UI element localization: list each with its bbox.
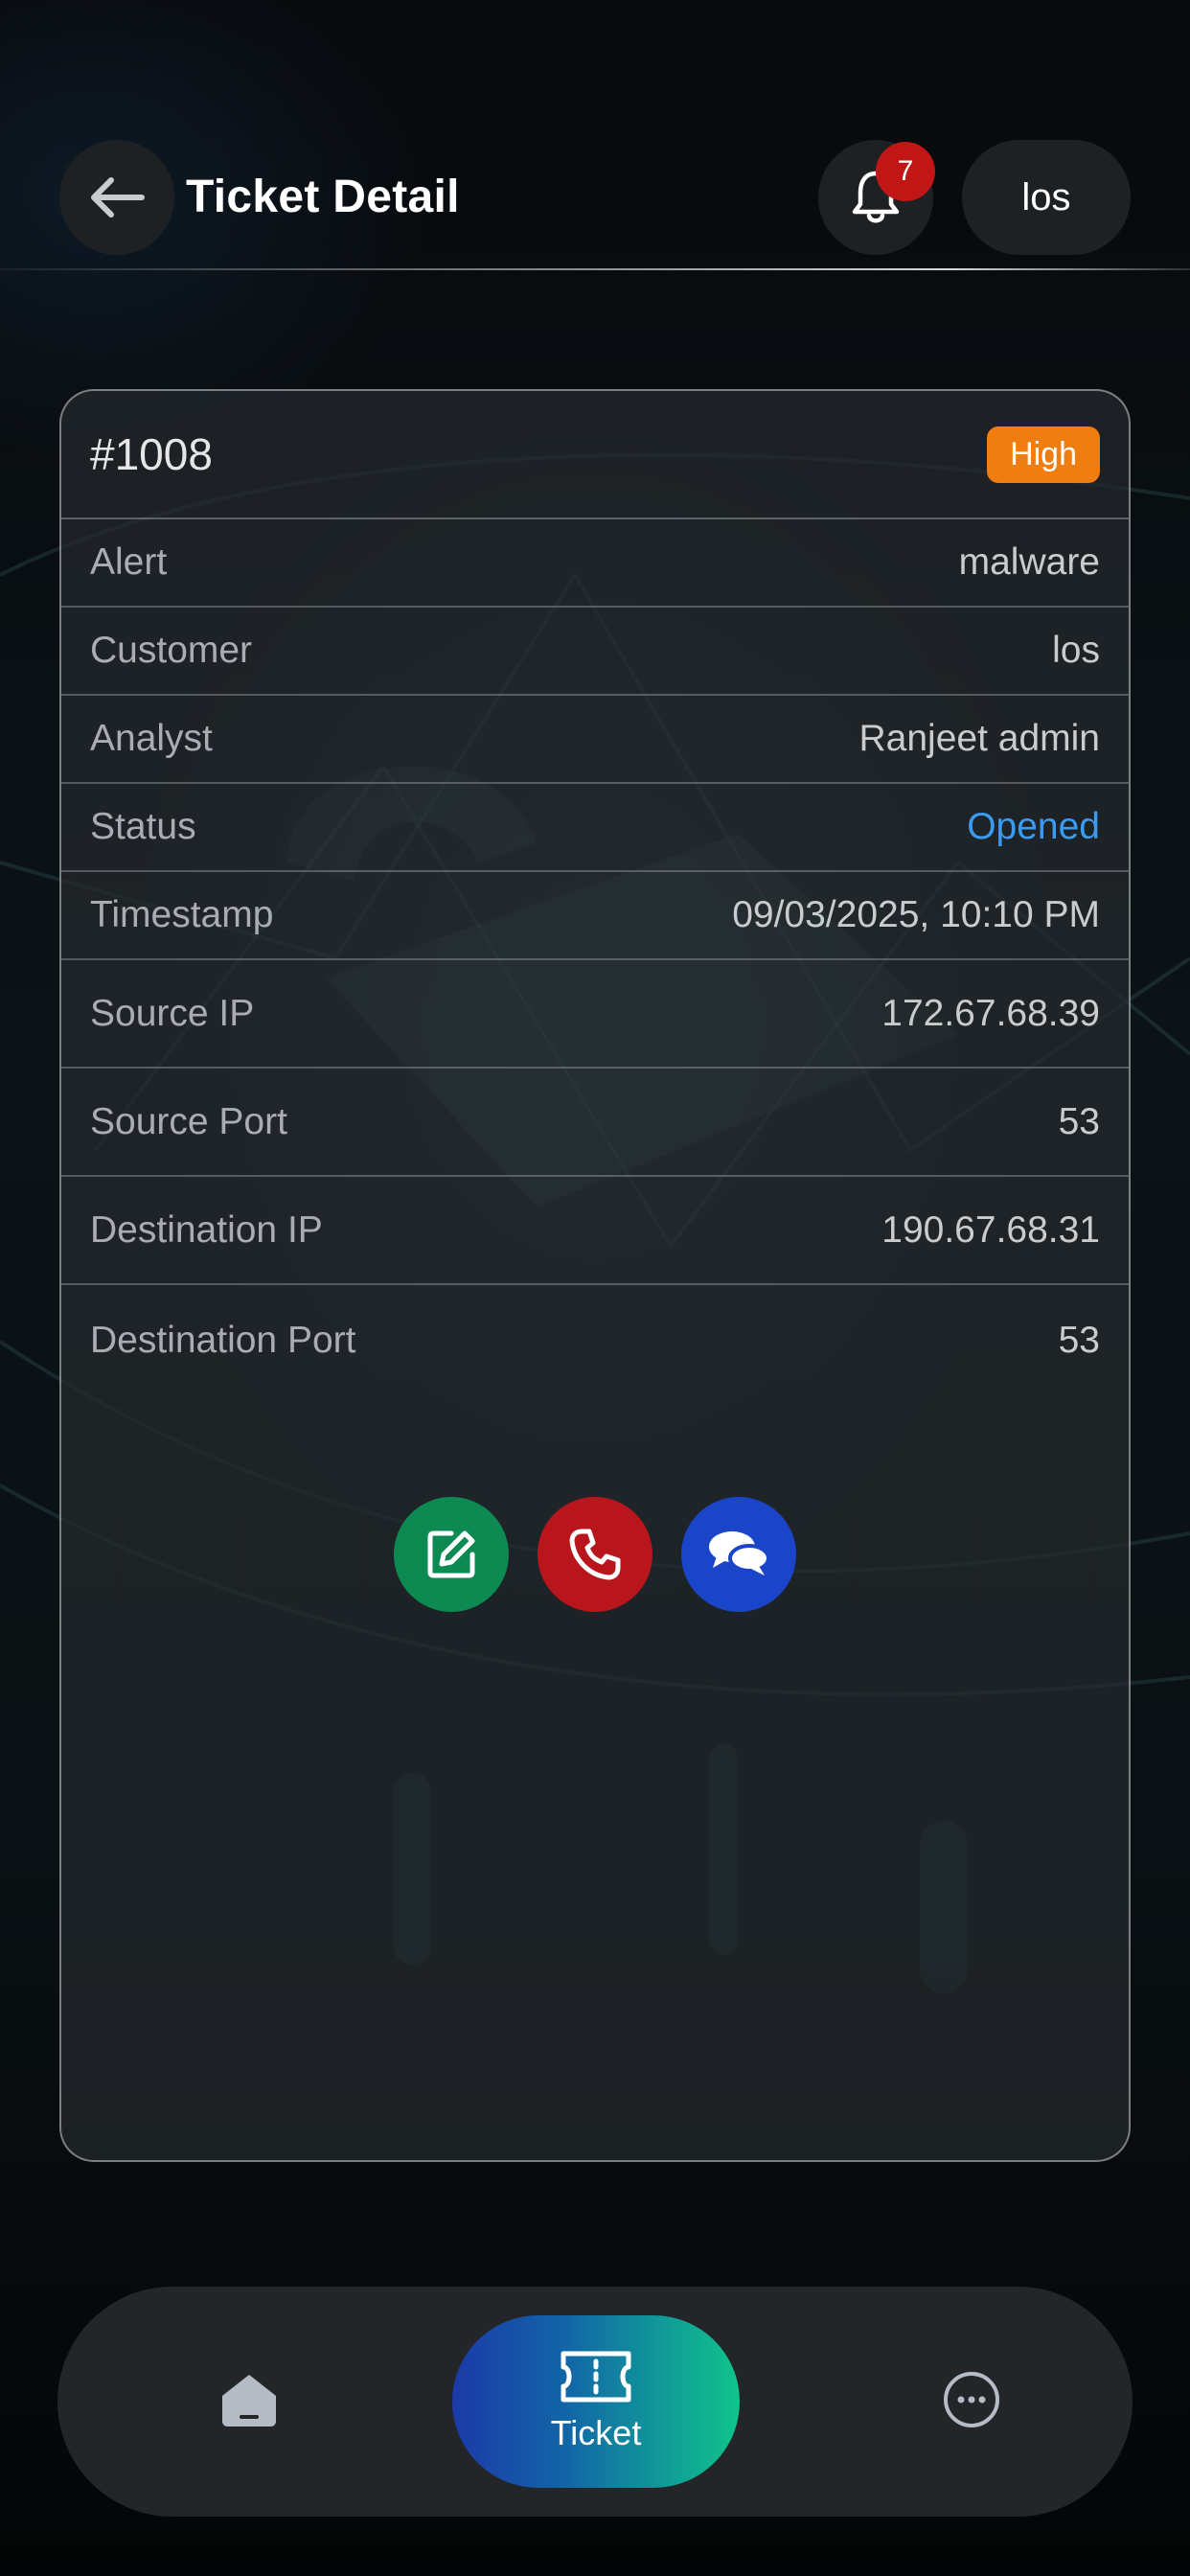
header-divider	[0, 268, 1190, 270]
user-button[interactable]: los	[962, 140, 1131, 255]
edit-icon	[427, 1530, 475, 1578]
field-label: Destination Port	[90, 1320, 356, 1361]
field-row-alert: Alert malware	[61, 519, 1129, 608]
field-value: malware	[958, 541, 1100, 583]
app-header: Ticket Detail 7 los	[0, 0, 1190, 272]
field-label: Status	[90, 806, 196, 847]
field-row-status: Status Opened	[61, 784, 1129, 872]
field-label: Timestamp	[90, 894, 274, 935]
field-row-source-ip: Source IP 172.67.68.39	[61, 960, 1129, 1069]
field-label: Source Port	[90, 1100, 287, 1142]
field-value: 53	[1058, 1100, 1100, 1142]
ticket-icon	[561, 2351, 631, 2403]
field-label: Source IP	[90, 992, 255, 1034]
nav-item-ticket[interactable]: Ticket	[452, 2315, 740, 2488]
field-value: 09/03/2025, 10:10 PM	[732, 894, 1100, 935]
ticket-actions	[61, 1497, 1129, 1612]
field-value: Ranjeet admin	[858, 718, 1100, 759]
arrow-left-icon	[91, 177, 145, 218]
field-row-destination-ip: Destination IP 190.67.68.31	[61, 1177, 1129, 1285]
phone-icon	[569, 1529, 621, 1580]
field-label: Destination IP	[90, 1208, 323, 1251]
chat-icon	[709, 1531, 770, 1576]
nav-item-home[interactable]	[201, 2352, 297, 2448]
bottom-nav: Ticket	[57, 2287, 1133, 2517]
page-title: Ticket Detail	[186, 172, 460, 222]
ticket-card-header: #1008 High	[61, 391, 1129, 519]
field-value: 53	[1058, 1320, 1100, 1361]
ticket-detail-card: #1008 High Alert malware Customer los An…	[59, 389, 1131, 2162]
ticket-id: #1008	[90, 429, 213, 479]
field-row-timestamp: Timestamp 09/03/2025, 10:10 PM	[61, 872, 1129, 960]
notification-count-badge: 7	[876, 142, 935, 201]
field-row-destination-port: Destination Port 53	[61, 1285, 1129, 1396]
nav-item-more[interactable]	[924, 2352, 1019, 2448]
field-value: 172.67.68.39	[881, 992, 1100, 1034]
field-row-source-port: Source Port 53	[61, 1069, 1129, 1177]
back-button[interactable]	[59, 140, 174, 255]
home-icon	[222, 2375, 276, 2426]
more-icon	[944, 2372, 999, 2427]
call-button[interactable]	[538, 1497, 652, 1612]
field-label: Alert	[90, 541, 168, 583]
field-value: 190.67.68.31	[881, 1208, 1100, 1251]
field-row-analyst: Analyst Ranjeet admin	[61, 696, 1129, 784]
status-value: Opened	[967, 806, 1100, 847]
field-value: los	[1052, 630, 1100, 671]
priority-badge: High	[987, 426, 1100, 483]
nav-item-ticket-label: Ticket	[550, 2413, 642, 2452]
edit-button[interactable]	[394, 1497, 509, 1612]
field-label: Analyst	[90, 718, 213, 759]
chat-button[interactable]	[681, 1497, 796, 1612]
field-label: Customer	[90, 630, 253, 671]
field-row-customer: Customer los	[61, 608, 1129, 696]
